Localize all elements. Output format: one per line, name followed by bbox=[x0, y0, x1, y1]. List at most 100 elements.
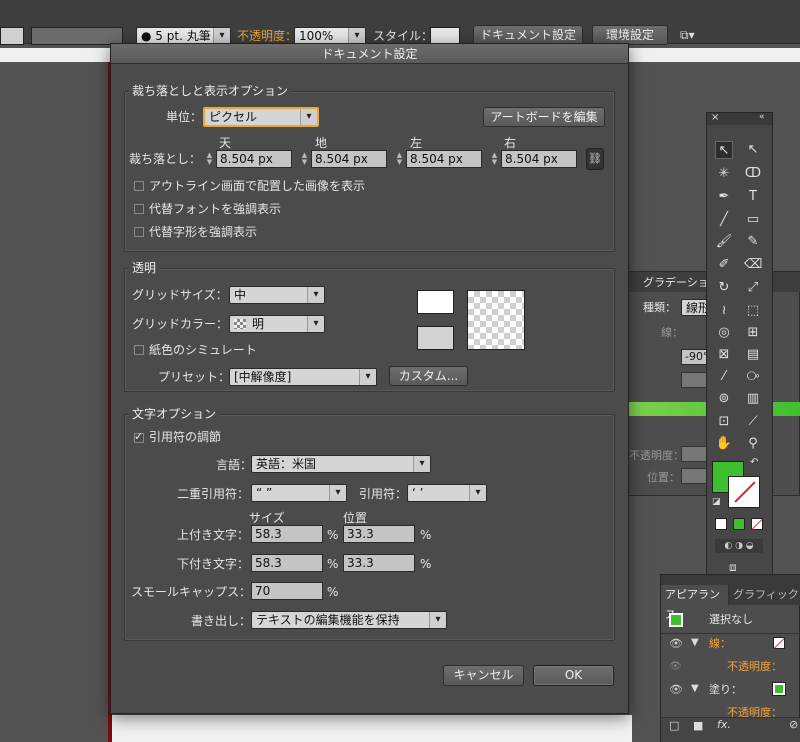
arrange-documents-icon[interactable]: ⧉▾ bbox=[680, 27, 695, 43]
color-mode-icon[interactable] bbox=[715, 518, 727, 530]
add-effect-button[interactable]: fx. bbox=[717, 718, 731, 731]
bleed-right-field[interactable]: 8.504 px bbox=[501, 150, 577, 168]
gradient-angle-field[interactable]: -90° bbox=[681, 349, 709, 365]
gradient-mode-icon[interactable] bbox=[733, 518, 745, 530]
visibility-eye-icon-3[interactable]: 👁 bbox=[669, 683, 683, 696]
hand-tool-icon[interactable]: ✋ bbox=[715, 435, 733, 453]
slice-tool-icon[interactable]: ⟋ bbox=[744, 413, 762, 431]
free-transform-tool-icon[interactable]: ⬚ bbox=[744, 302, 762, 320]
gradient-location-field[interactable] bbox=[681, 468, 709, 484]
collapse-icon[interactable]: « bbox=[759, 112, 765, 122]
bleed-bottom-stepper[interactable]: ▲ ▼ bbox=[300, 152, 309, 166]
rotate-tool-icon[interactable]: ↻ bbox=[715, 279, 733, 297]
cancel-button[interactable]: キャンセル bbox=[443, 665, 524, 686]
close-icon[interactable]: × bbox=[711, 112, 719, 123]
magic-wand-tool-icon[interactable]: ✳ bbox=[715, 165, 733, 183]
highlight-sub-glyphs-label[interactable]: 代替字形を強調表示 bbox=[149, 224, 257, 240]
highlight-sub-fonts-label[interactable]: 代替フォントを強調表示 bbox=[149, 201, 281, 217]
type-tool-icon[interactable]: T bbox=[744, 188, 762, 206]
edit-artboards-button[interactable]: アートボードを編集 bbox=[483, 107, 605, 127]
use-typographers-quotes-label[interactable]: 引用符の調節 bbox=[149, 429, 221, 445]
grid-color-swatch[interactable] bbox=[417, 326, 454, 350]
subscript-position-field[interactable]: 33.3 bbox=[343, 554, 415, 572]
bleed-top-stepper[interactable]: ▲ ▼ bbox=[205, 152, 214, 166]
eraser-tool-icon[interactable]: ⌫ bbox=[744, 256, 762, 274]
bleed-bottom-field[interactable]: 8.504 px bbox=[311, 150, 387, 168]
simulate-paper-checkbox[interactable] bbox=[134, 345, 144, 355]
paper-color-swatch[interactable] bbox=[417, 290, 454, 314]
custom-button[interactable]: カスタム... bbox=[389, 366, 468, 386]
clear-appearance-icon[interactable]: ⊘ bbox=[789, 718, 798, 731]
paintbrush-tool-icon[interactable]: 🖌 bbox=[715, 233, 733, 251]
superscript-position-field[interactable]: 33.3 bbox=[343, 525, 415, 543]
subscript-size-field[interactable]: 58.3 bbox=[251, 554, 323, 572]
single-quotes-dropdown[interactable]: ‘ ’ bbox=[407, 484, 487, 502]
gradient-tool-icon[interactable]: ▤ bbox=[744, 346, 762, 364]
preferences-button[interactable]: 環境設定 bbox=[592, 25, 668, 45]
swap-fill-stroke-icon[interactable]: ↶ bbox=[750, 457, 758, 468]
add-fill-icon[interactable]: ■ bbox=[693, 719, 703, 732]
document-setup-button[interactable]: ドキュメント設定 bbox=[473, 25, 583, 45]
gradient-ratio-field[interactable] bbox=[681, 372, 709, 388]
lasso-tool-icon[interactable]: ↀ bbox=[744, 165, 762, 183]
stroke-opacity-label[interactable]: 不透明度： bbox=[727, 659, 782, 675]
opacity-label[interactable]: 不透明度： bbox=[237, 28, 297, 44]
preset-dropdown[interactable]: [中解像度] bbox=[229, 368, 377, 386]
show-images-outline-label[interactable]: アウトライン画面で配置した画像を表示 bbox=[149, 178, 365, 194]
language-dropdown[interactable]: 英語：米国 bbox=[251, 455, 431, 473]
grid-size-dropdown[interactable]: 中 bbox=[229, 286, 325, 304]
default-colors-icon[interactable]: ◪ bbox=[712, 497, 721, 507]
superscript-size-field[interactable]: 58.3 bbox=[251, 525, 323, 543]
stroke-row-swatch[interactable] bbox=[773, 637, 785, 649]
blob-brush-tool-icon[interactable]: ✐ bbox=[715, 256, 733, 274]
highlight-sub-glyphs-checkbox[interactable] bbox=[134, 227, 144, 237]
pen-tool-icon[interactable]: ✒ bbox=[715, 188, 733, 206]
stroke-swatch[interactable] bbox=[729, 477, 759, 507]
expand-fill-icon[interactable]: ▼ bbox=[691, 683, 699, 694]
visibility-eye-icon-2[interactable]: 👁 bbox=[669, 661, 682, 672]
grid-color-dropdown[interactable]: 明 bbox=[229, 315, 325, 333]
fill-row-label[interactable]: 塗り： bbox=[709, 682, 742, 698]
screen-mode-icon[interactable]: ⧈ bbox=[729, 560, 737, 575]
graph-tool-icon[interactable]: ▥ bbox=[744, 390, 762, 408]
mesh-tool-icon[interactable]: ⊠ bbox=[715, 346, 733, 364]
small-caps-field[interactable]: 70 bbox=[251, 582, 323, 600]
perspective-grid-tool-icon[interactable]: ⊞ bbox=[744, 324, 762, 342]
width-tool-icon[interactable]: ≀ bbox=[715, 302, 733, 320]
link-bleed-icon[interactable]: ⛓ bbox=[586, 148, 604, 170]
rectangle-tool-icon[interactable]: ▭ bbox=[744, 211, 762, 229]
control-bar-left-dropdown[interactable] bbox=[0, 27, 24, 45]
use-typographers-quotes-checkbox[interactable] bbox=[134, 430, 144, 443]
zoom-tool-icon[interactable]: ⚲ bbox=[744, 435, 762, 453]
direct-selection-tool-icon[interactable]: ↖ bbox=[744, 141, 762, 159]
bleed-right-stepper[interactable]: ▲ ▼ bbox=[490, 152, 499, 166]
fill-row-swatch[interactable] bbox=[773, 683, 785, 695]
show-images-outline-checkbox[interactable] bbox=[134, 181, 144, 191]
export-dropdown[interactable]: テキストの編集機能を保持 bbox=[251, 611, 447, 629]
bleed-top-field[interactable]: 8.504 px bbox=[216, 150, 292, 168]
symbol-sprayer-tool-icon[interactable]: ⊚ bbox=[715, 390, 733, 408]
scale-tool-icon[interactable]: ⤢ bbox=[744, 279, 762, 297]
appearance-tab[interactable]: アピアランス bbox=[661, 585, 729, 621]
dialog-title-bar[interactable]: ドキュメント設定 bbox=[111, 44, 628, 64]
none-mode-icon[interactable] bbox=[751, 518, 763, 530]
simulate-paper-label[interactable]: 紙色のシミュレート bbox=[149, 342, 257, 358]
line-tool-icon[interactable]: ╱ bbox=[715, 211, 733, 229]
shape-builder-tool-icon[interactable]: ◎ bbox=[715, 324, 733, 342]
bleed-left-field[interactable]: 8.504 px bbox=[406, 150, 482, 168]
expand-stroke-icon[interactable]: ▼ bbox=[691, 637, 699, 648]
unit-dropdown[interactable]: ピクセル bbox=[203, 107, 319, 127]
add-stroke-icon[interactable]: □ bbox=[669, 719, 679, 732]
eyedropper-tool-icon[interactable]: ⁄ bbox=[715, 368, 733, 386]
highlight-sub-fonts-checkbox[interactable] bbox=[134, 204, 144, 214]
gradient-opacity-field[interactable] bbox=[681, 446, 709, 462]
selection-tool-icon[interactable]: ↖ bbox=[715, 141, 733, 159]
double-quotes-dropdown[interactable]: “ ” bbox=[251, 484, 347, 502]
draw-mode-icon[interactable]: ◐ ◑ ◒ bbox=[715, 539, 763, 553]
artboard-tool-icon[interactable]: ⊡ bbox=[715, 413, 733, 431]
pencil-tool-icon[interactable]: ✎ bbox=[744, 233, 762, 251]
graphic-styles-tab[interactable]: グラフィック bbox=[729, 585, 800, 605]
bleed-left-stepper[interactable]: ▲ ▼ bbox=[395, 152, 404, 166]
stroke-row-label[interactable]: 線： bbox=[709, 636, 731, 652]
visibility-eye-icon[interactable]: 👁 bbox=[669, 637, 683, 650]
